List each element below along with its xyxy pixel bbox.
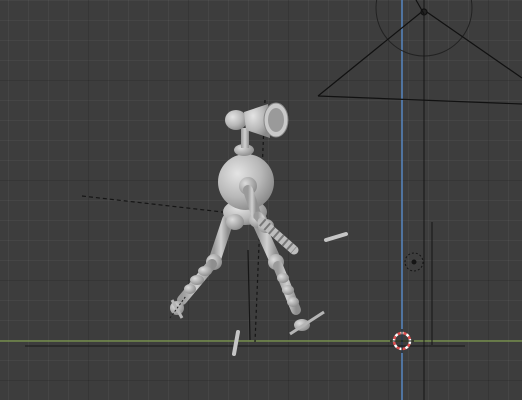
robot-character[interactable] xyxy=(169,102,348,356)
arm-guide-line xyxy=(81,195,241,215)
robot-floating-part xyxy=(232,330,240,356)
leg-guide-line xyxy=(247,249,251,341)
3d-viewport[interactable] xyxy=(0,0,522,400)
robot-floating-part xyxy=(324,232,348,242)
viewport-scene[interactable] xyxy=(0,0,522,400)
robot-front-leg xyxy=(252,216,325,336)
empty-target[interactable] xyxy=(404,222,433,345)
camera-frustum-right xyxy=(423,9,522,79)
camera-frustum-base xyxy=(317,95,522,105)
robot-back-leg xyxy=(169,214,234,319)
3d-cursor[interactable] xyxy=(390,329,414,353)
camera-object[interactable] xyxy=(317,0,522,400)
robot-head xyxy=(225,102,289,138)
